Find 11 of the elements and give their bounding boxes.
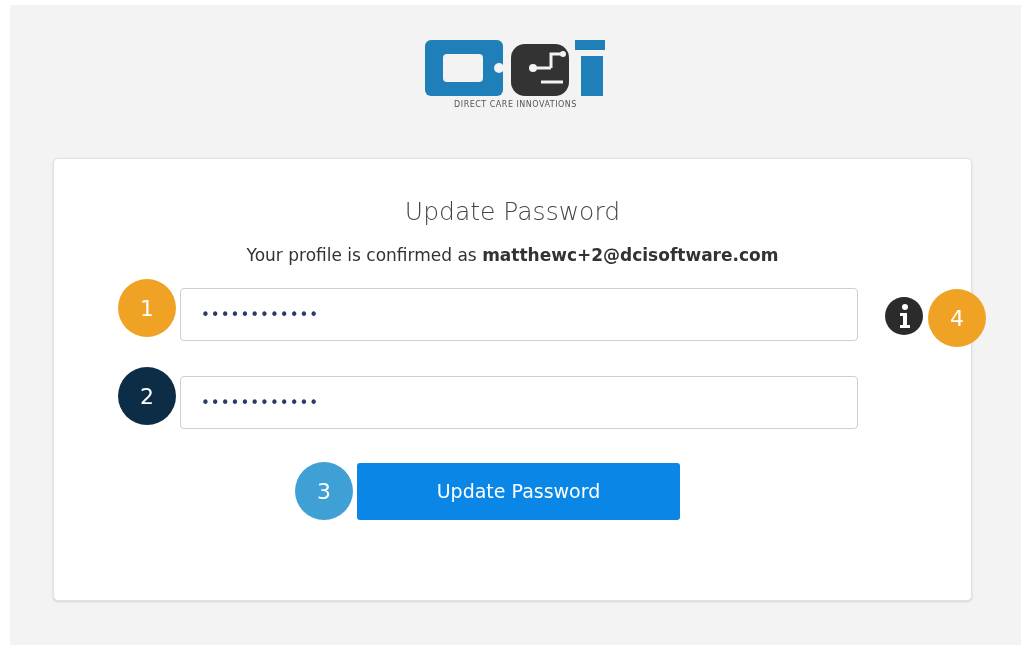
password-field[interactable]: •••••••••••• xyxy=(180,376,858,429)
password-field[interactable]: •••••••••••• xyxy=(180,288,858,341)
callout-number: 2 xyxy=(118,367,176,425)
callout-number: 1 xyxy=(118,279,176,337)
logo-tagline: DIRECT CARE INNOVATIONS xyxy=(454,101,577,109)
callout-number: 4 xyxy=(928,289,986,347)
info-icon[interactable] xyxy=(885,297,923,335)
profile-text: Your profile is confirmed as matthewc+2@dcisoftware.com xyxy=(246,244,779,267)
card-title: Update Password xyxy=(404,196,621,228)
callout-number: 3 xyxy=(295,462,353,520)
update-password-button[interactable]: Update Password xyxy=(357,463,680,520)
